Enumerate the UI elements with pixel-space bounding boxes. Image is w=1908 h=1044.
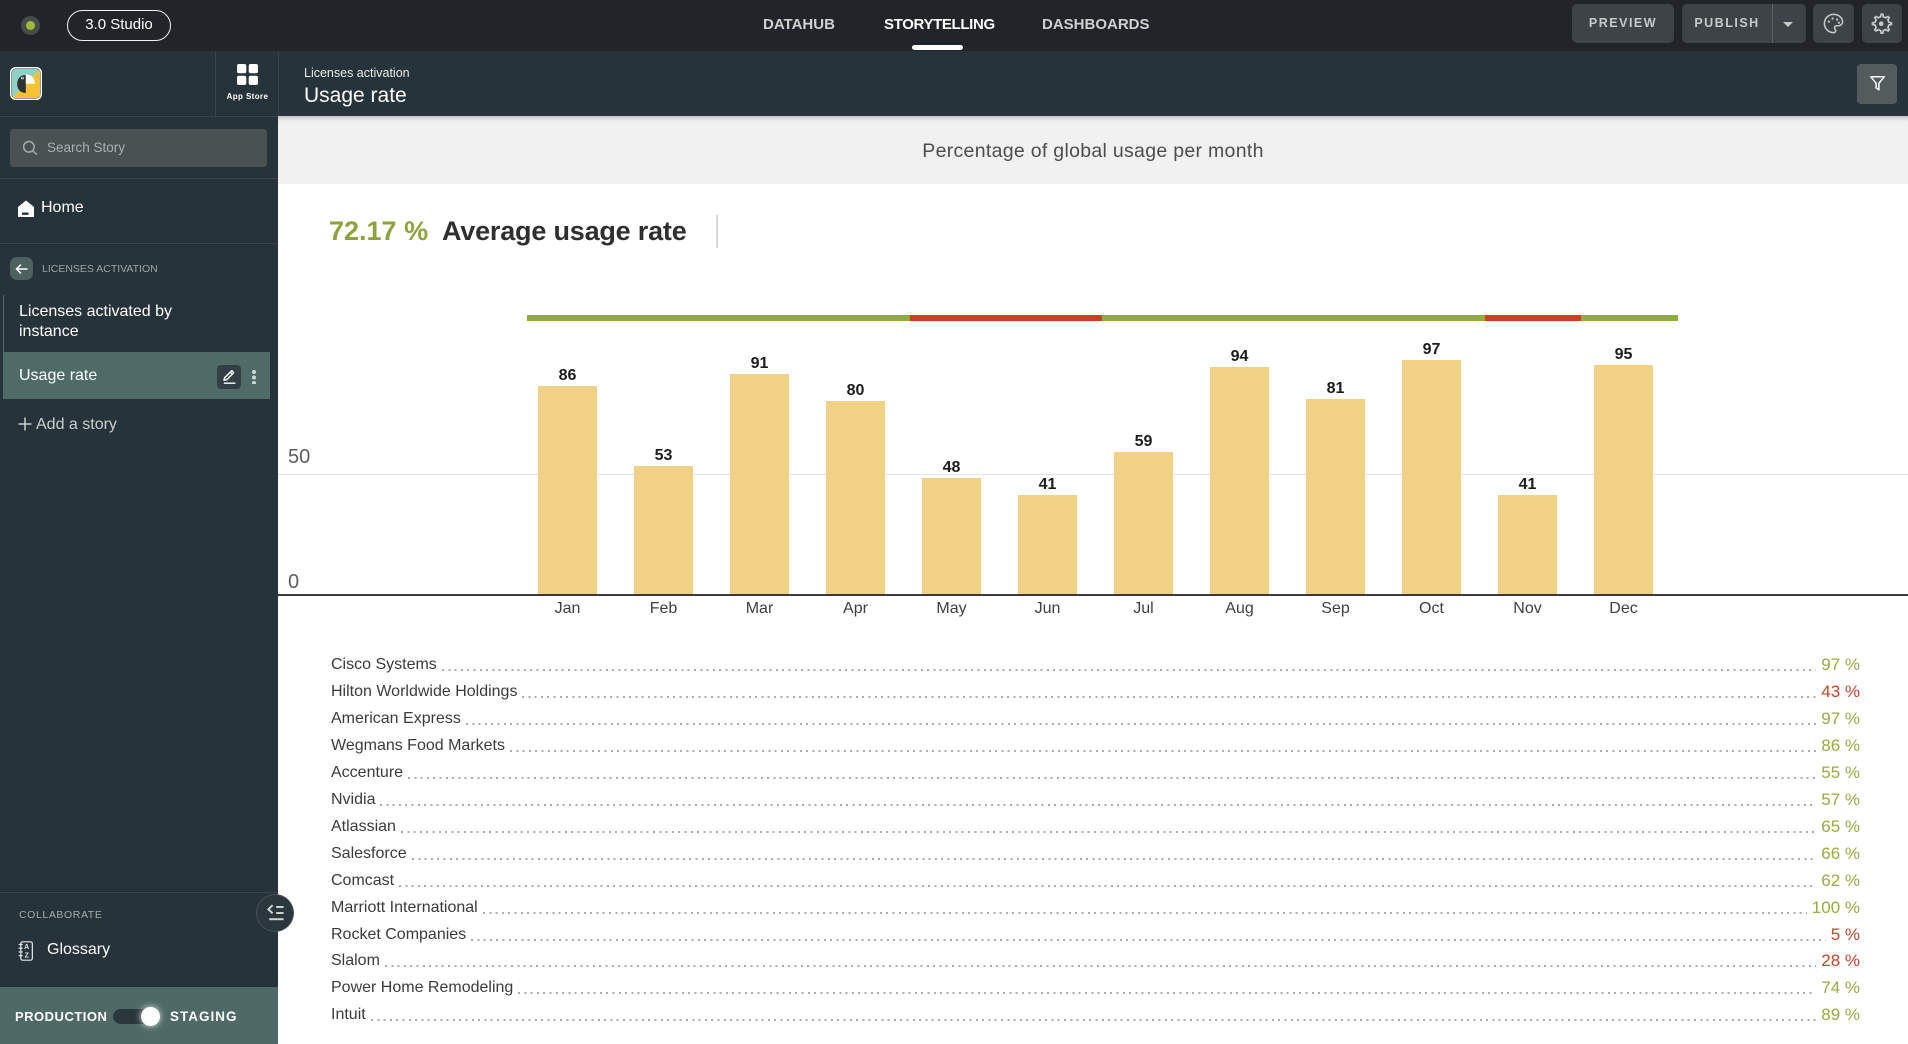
svg-text:Z: Z [25, 952, 30, 959]
svg-text:A: A [24, 944, 29, 951]
